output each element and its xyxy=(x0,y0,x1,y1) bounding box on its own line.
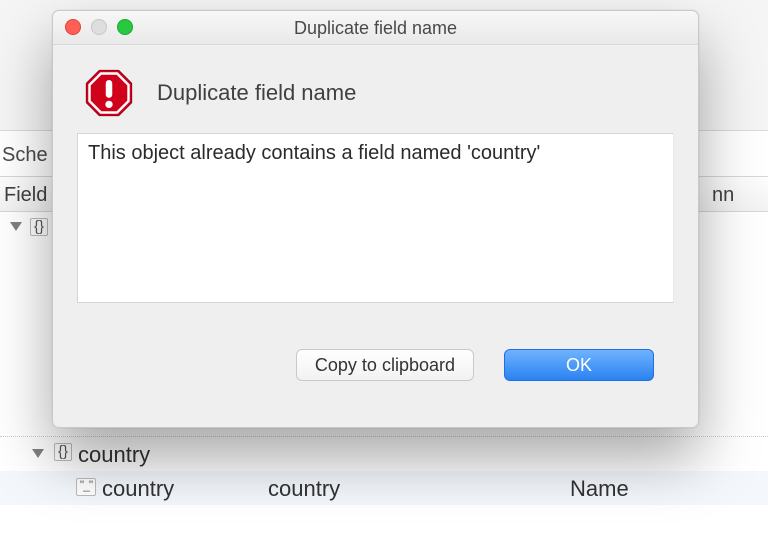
alert-stop-icon xyxy=(83,67,135,119)
error-message-box[interactable]: This object already contains a field nam… xyxy=(77,133,674,303)
titlebar[interactable]: Duplicate field name xyxy=(53,11,698,45)
col-nn: nn xyxy=(712,184,734,207)
ok-button-label: OK xyxy=(566,355,592,376)
dialog-heading: Duplicate field name xyxy=(157,80,356,106)
table-row[interactable]: "_" country country Name xyxy=(0,471,768,505)
duplicate-field-dialog: Duplicate field name Duplicate field nam… xyxy=(52,10,699,428)
object-icon: {} xyxy=(54,443,72,461)
string-field-icon: "_" xyxy=(76,478,96,496)
chevron-down-icon[interactable] xyxy=(32,449,44,458)
cell-field: Name xyxy=(570,476,629,502)
chevron-down-icon[interactable] xyxy=(10,222,22,231)
cell-field: country xyxy=(268,476,340,502)
object-icon: {} xyxy=(30,218,48,236)
copy-to-clipboard-button[interactable]: Copy to clipboard xyxy=(296,349,474,381)
col-field: Field xyxy=(4,184,47,207)
copy-button-label: Copy to clipboard xyxy=(315,355,455,376)
cell-field: country xyxy=(102,476,174,502)
button-row: Copy to clipboard OK xyxy=(77,349,674,381)
ok-button[interactable]: OK xyxy=(504,349,654,381)
cell-field: country xyxy=(78,442,150,468)
error-message-text: This object already contains a field nam… xyxy=(88,142,540,164)
bottom-table: {} country "_" country country Name xyxy=(0,436,768,536)
schema-label: Sche xyxy=(0,138,55,170)
window-title: Duplicate field name xyxy=(53,18,698,39)
table-row[interactable]: {} country xyxy=(0,437,768,471)
